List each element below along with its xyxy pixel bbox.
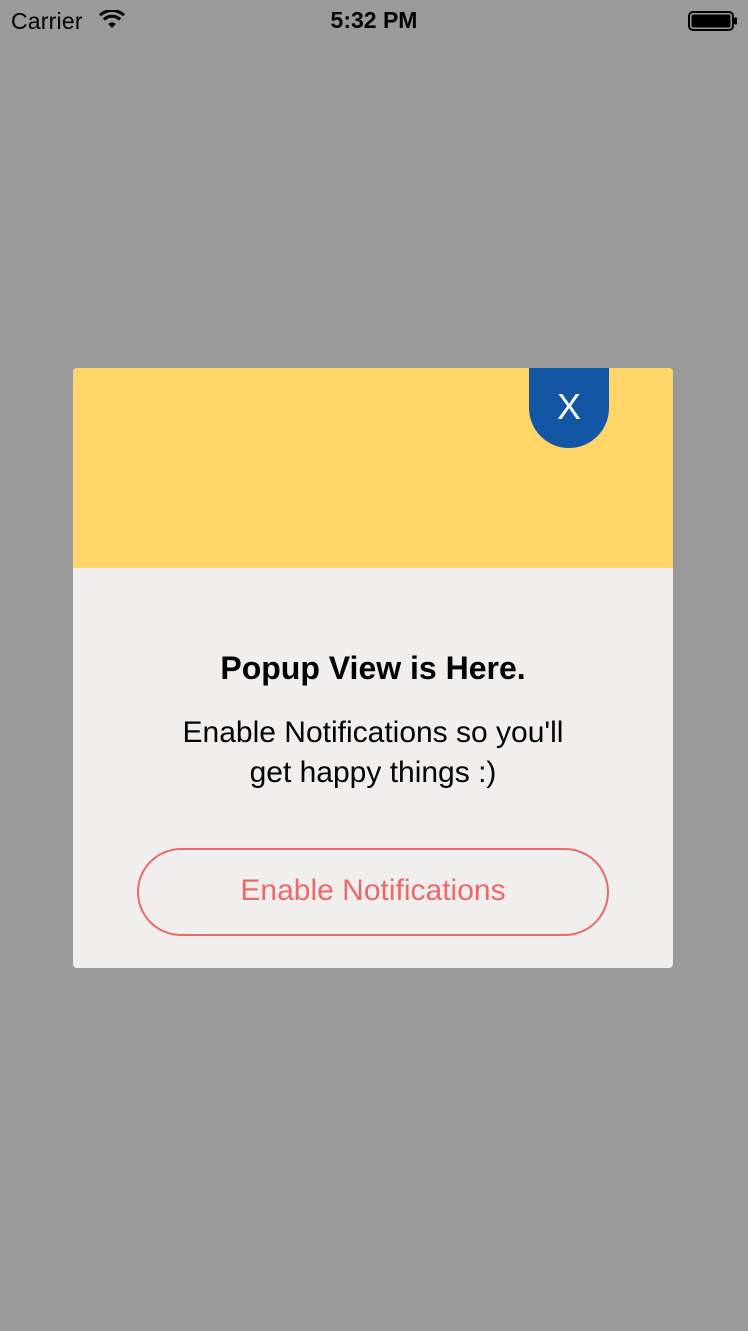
battery-full-icon [688, 11, 737, 31]
popup-title: Popup View is Here. [220, 650, 526, 686]
popup-body: Popup View is Here. Enable Notifications… [73, 568, 673, 968]
popup-message-line-1: Enable Notifications so you'll [182, 716, 564, 749]
status-time: 5:32 PM [330, 7, 418, 33]
status-bar: Carrier 5:32 PM [0, 0, 748, 42]
popup-header: X [73, 368, 673, 568]
popup-message: Enable Notifications so you'll get happy… [143, 713, 603, 793]
enable-notifications-button[interactable]: Enable Notifications [137, 848, 609, 936]
close-button[interactable]: X [529, 368, 609, 448]
screen: Carrier 5:32 PM X Popup View is Here. En… [0, 0, 748, 1331]
popup-dialog: X Popup View is Here. Enable Notificatio… [73, 368, 673, 968]
popup-message-line-2: get happy things :) [249, 756, 497, 789]
